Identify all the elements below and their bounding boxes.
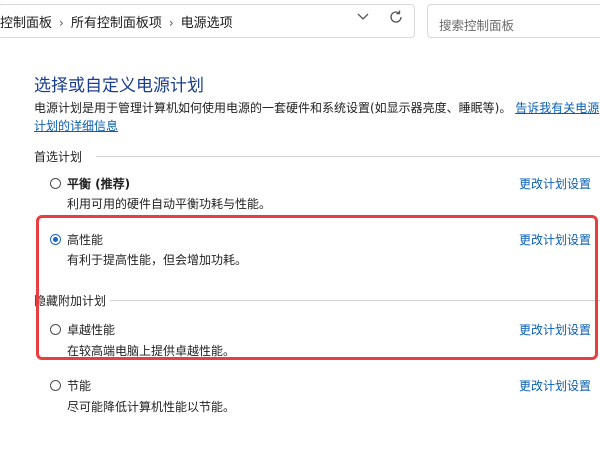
page-description: 电源计划是用于管理计算机如何使用电源的一套硬件和系统设置(如显示器亮度、睡眠等)…: [34, 99, 600, 135]
group-label-preferred: 首选计划: [34, 150, 83, 164]
refresh-icon[interactable]: [388, 9, 404, 25]
chevron-down-icon[interactable]: [355, 10, 371, 24]
plan-desc-balanced: 利用可用的硬件自动平衡功耗与性能。: [67, 197, 272, 211]
page-title: 选择或自定义电源计划: [34, 76, 204, 96]
chevron-right-icon: ›: [168, 16, 174, 30]
breadcrumb-item-all-items[interactable]: 所有控制面板项: [71, 16, 162, 31]
plan-name-balanced[interactable]: 平衡 (推荐): [67, 175, 130, 192]
search-input[interactable]: 搜索控制面板: [439, 15, 514, 34]
radio-power-saver[interactable]: [50, 380, 61, 391]
breadcrumb-item-control-panel[interactable]: 控制面板: [0, 16, 52, 31]
chevron-right-icon: ›: [59, 16, 64, 30]
plan-desc-power-saver: 尽可能降低计算机性能以节能。: [67, 400, 236, 414]
breadcrumb: 控制面板 › 所有控制面板项 › 电源选项: [0, 12, 233, 31]
search-box[interactable]: 搜索控制面板: [427, 4, 600, 38]
plan-name-power-saver[interactable]: 节能: [67, 377, 91, 394]
breadcrumb-item-power-options[interactable]: 电源选项: [181, 16, 233, 31]
divider: [96, 156, 600, 157]
change-settings-link-power-saver[interactable]: 更改计划设置: [519, 377, 591, 394]
top-bar: 控制面板 › 所有控制面板项 › 电源选项 搜索控制面板: [0, 0, 600, 46]
highlight-box: [36, 215, 598, 360]
change-settings-link-balanced[interactable]: 更改计划设置: [519, 175, 591, 192]
radio-balanced[interactable]: [50, 178, 61, 189]
description-text: 电源计划是用于管理计算机如何使用电源的一套硬件和系统设置(如显示器亮度、睡眠等)…: [34, 101, 512, 115]
